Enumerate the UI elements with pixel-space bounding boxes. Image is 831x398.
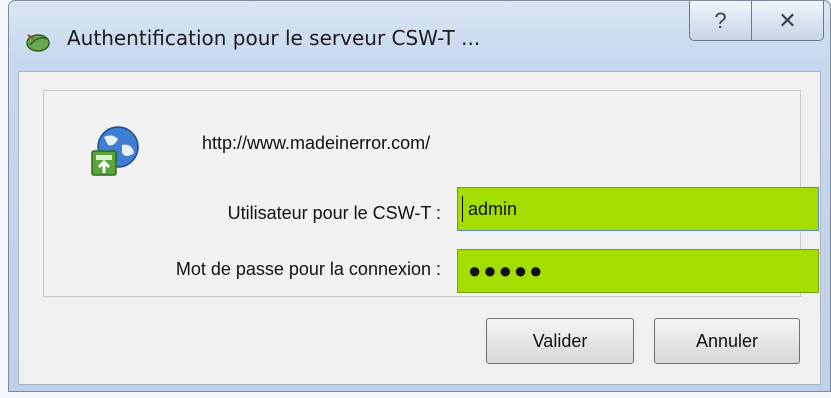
auth-dialog-window: Authentification pour le serveur CSW-T .… <box>8 0 831 392</box>
leaf-app-icon <box>26 34 50 52</box>
globe-server-icon <box>91 126 139 176</box>
dialog-client-area: http://www.madeinerror.com/ Utilisateur … <box>18 71 821 385</box>
user-value: admin <box>468 198 518 219</box>
close-icon: ✕ <box>778 7 797 33</box>
title-bar[interactable]: Authentification pour le serveur CSW-T .… <box>9 1 830 71</box>
user-label: Utilisateur pour le CSW-T : <box>227 203 441 223</box>
credentials-group: http://www.madeinerror.com/ Utilisateur … <box>43 90 819 297</box>
cancel-button[interactable]: Annuler <box>654 318 800 364</box>
help-button[interactable]: ? <box>689 1 752 41</box>
server-url: http://www.madeinerror.com/ <box>202 133 431 153</box>
password-input[interactable]: ●●●●● <box>457 249 819 293</box>
help-icon: ? <box>714 7 727 33</box>
password-mask: ●●●●● <box>468 258 545 283</box>
ok-button[interactable]: Valider <box>486 318 634 364</box>
close-button[interactable]: ✕ <box>752 1 824 41</box>
window-title: Authentification pour le serveur CSW-T .… <box>67 26 481 50</box>
text-caret <box>462 196 463 222</box>
password-label: Mot de passe pour la connexion : <box>175 259 441 279</box>
user-input[interactable]: admin <box>457 187 819 231</box>
